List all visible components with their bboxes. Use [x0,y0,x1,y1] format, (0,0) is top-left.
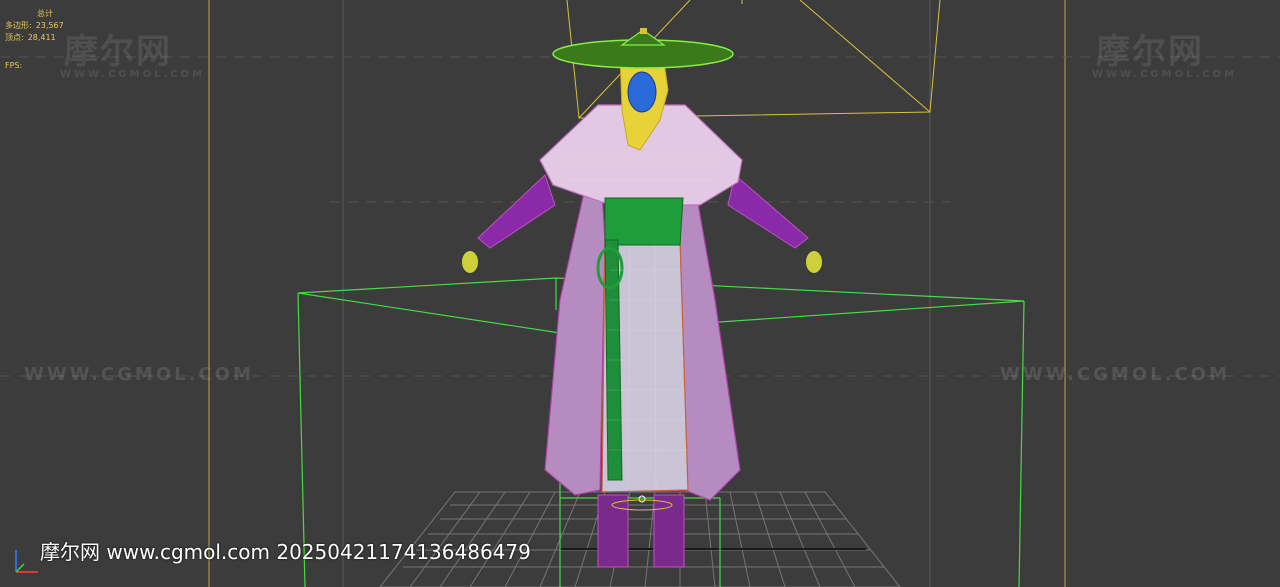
watermark-url-right: WWW.CGMOL.COM [1000,364,1230,385]
watermark-logo-text: 摩尔网 [64,32,172,72]
arm-left [477,174,556,249]
stats-vertices-row: 顶点: 28,411 [5,32,64,44]
axis-tripod-icon [15,550,38,573]
stats-total-label: 总计 [37,9,53,18]
stats-vertices-label: 顶点: [5,33,24,42]
viewport-statistics: 总计 多边形: 23,567 顶点: 28,411 [5,8,64,44]
arm-right [727,174,809,249]
image-caption: 摩尔网 www.cgmol.com 20250421174136486479 [40,540,531,564]
watermark-logo-text: 摩尔网 [1096,32,1204,72]
watermark-logo-right: 摩尔网 WWW.CGMOL.COM [1092,32,1238,80]
stats-polygons-value: 23,567 [35,21,64,30]
hat-top [640,28,647,34]
character-model[interactable] [462,28,822,568]
viewport-scene[interactable] [0,0,1280,587]
stats-vertices-value: 28,411 [27,33,56,42]
face [627,71,657,113]
watermark-logo-sub: WWW.CGMOL.COM [60,69,206,80]
watermark-logo-left: 摩尔网 WWW.CGMOL.COM [60,32,206,80]
stats-polygons-label: 多边形: [5,21,32,30]
stats-fps-label: FPS: [5,61,23,70]
hand-right [806,251,822,273]
stats-polygons-row: 多边形: 23,567 [5,20,64,32]
boot-right [653,494,685,568]
hand-left [462,251,478,273]
pivot-point[interactable] [638,495,646,503]
watermark-logo-sub: WWW.CGMOL.COM [1092,69,1238,80]
watermark-url-left: WWW.CGMOL.COM [24,364,254,385]
sash [604,197,684,246]
3d-viewport[interactable]: 摩尔网 WWW.CGMOL.COM 摩尔网 WWW.CGMOL.COM WWW.… [0,0,1280,587]
